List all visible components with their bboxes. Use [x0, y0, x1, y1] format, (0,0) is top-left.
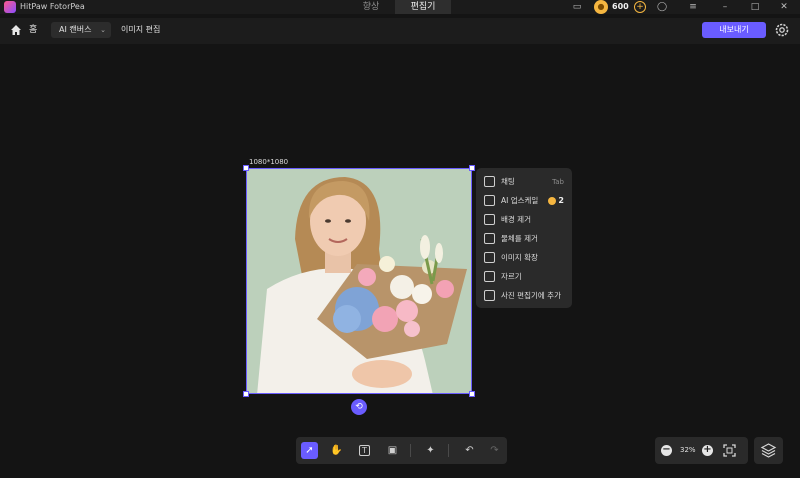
- resize-handle-top-right[interactable]: [469, 165, 475, 171]
- menu-item-chat[interactable]: 채팅 Tab: [476, 172, 572, 191]
- app-logo: [4, 1, 16, 13]
- eraser-icon: [484, 233, 495, 244]
- rotate-handle[interactable]: ⟲: [351, 399, 367, 415]
- upscale-icon: [484, 195, 495, 206]
- text-tool-button[interactable]: T: [356, 442, 373, 459]
- select-icon: ➚: [305, 445, 314, 456]
- zoom-panel: − 32% +: [655, 437, 748, 464]
- canvas-mode-select[interactable]: AI 캔버스 ⌄: [51, 22, 111, 38]
- credit-cost-value: 2: [558, 196, 564, 205]
- ai-chat-button[interactable]: ✦: [422, 442, 439, 459]
- resize-handle-top-left[interactable]: [243, 165, 249, 171]
- text-icon: T: [359, 445, 370, 456]
- scissors-icon: [484, 271, 495, 282]
- bottom-toolbar: ➚ ✋ T ▣ ✦ ↶ ↷: [296, 437, 507, 464]
- menu-item-label: 자르기: [501, 272, 522, 281]
- add-image-button[interactable]: ▣: [384, 442, 401, 459]
- ai-chat-icon: ✦: [426, 445, 435, 456]
- maximize-icon[interactable]: □: [748, 0, 762, 14]
- app-name: HitPaw FotorPea: [20, 2, 85, 11]
- add-credits-button[interactable]: +: [634, 1, 646, 13]
- divider: [448, 444, 449, 457]
- add-to-editor-icon: [484, 290, 495, 301]
- credit-cost: 2: [548, 196, 564, 205]
- fit-screen-icon[interactable]: [723, 444, 736, 457]
- menu-item-label: 사진 편집기에 추가: [501, 291, 561, 300]
- menu-item-label: 배경 제거: [501, 215, 531, 224]
- home-label[interactable]: 홈: [29, 24, 37, 36]
- menu-item-add-to-editor[interactable]: 사진 편집기에 추가: [476, 286, 572, 305]
- divider: [410, 444, 411, 457]
- coin-icon: [548, 196, 557, 205]
- chevron-down-icon: ⌄: [100, 26, 106, 34]
- resize-handle-bottom-left[interactable]: [243, 391, 249, 397]
- credits-count: 600: [612, 2, 629, 11]
- redo-button[interactable]: ↷: [486, 442, 503, 459]
- menu-item-remove-object[interactable]: 물체를 제거: [476, 229, 572, 248]
- add-image-icon: ▣: [387, 445, 398, 456]
- canvas-image[interactable]: [246, 168, 472, 394]
- coin-icon: ●: [594, 0, 608, 14]
- undo-button[interactable]: ↶: [461, 442, 478, 459]
- section-label: 이미지 편집: [121, 25, 161, 34]
- window-icon[interactable]: ▭: [570, 0, 584, 14]
- account-icon[interactable]: ◯: [655, 0, 669, 14]
- image-dimensions: 1080*1080: [249, 158, 289, 166]
- background-remove-icon: [484, 214, 495, 225]
- zoom-in-button[interactable]: +: [702, 445, 713, 456]
- layers-button[interactable]: [754, 437, 783, 464]
- zoom-out-button[interactable]: −: [661, 445, 672, 456]
- editor-toolbar: 홈 AI 캔버스 ⌄ 이미지 편집 내보내기: [0, 18, 800, 44]
- title-bar: HitPaw FotorPea 향상 편집기 ▭ ● 600 + ◯ ≡ – □…: [0, 0, 800, 14]
- tab-enhance[interactable]: 향상: [356, 0, 386, 14]
- minimize-icon[interactable]: –: [718, 0, 732, 14]
- menu-item-ai-upscale[interactable]: AI 업스케일 2: [476, 191, 572, 210]
- portrait-photo: [247, 169, 471, 393]
- context-menu: 채팅 Tab AI 업스케일 2 배경 제거 물체를 제거 이미지 확장 자르기…: [476, 168, 572, 308]
- resize-handle-bottom-right[interactable]: [469, 391, 475, 397]
- menu-item-label: AI 업스케일: [501, 196, 539, 205]
- shortcut-hint: Tab: [552, 177, 564, 186]
- tab-editor[interactable]: 편집기: [395, 0, 451, 14]
- layers-icon: [760, 443, 777, 458]
- expand-icon: [484, 252, 495, 263]
- gear-icon[interactable]: [774, 22, 790, 38]
- menu-item-expand-image[interactable]: 이미지 확장: [476, 248, 572, 267]
- menu-item-label: 물체를 제거: [501, 234, 538, 243]
- chat-sparkle-icon: [484, 176, 495, 187]
- menu-icon[interactable]: ≡: [686, 0, 700, 14]
- menu-item-label: 채팅: [501, 177, 515, 186]
- zoom-level: 32%: [680, 446, 696, 454]
- hand-icon: ✋: [330, 445, 343, 456]
- undo-icon: ↶: [465, 445, 474, 456]
- close-icon[interactable]: ✕: [777, 0, 791, 14]
- export-button[interactable]: 내보내기: [702, 22, 766, 38]
- select-tool-button[interactable]: ➚: [301, 442, 318, 459]
- home-icon[interactable]: [10, 24, 22, 36]
- menu-item-crop[interactable]: 자르기: [476, 267, 572, 286]
- menu-item-remove-background[interactable]: 배경 제거: [476, 210, 572, 229]
- hand-tool-button[interactable]: ✋: [328, 442, 345, 459]
- redo-icon: ↷: [490, 445, 499, 456]
- canvas-mode-label: AI 캔버스: [59, 25, 92, 34]
- menu-item-label: 이미지 확장: [501, 253, 538, 262]
